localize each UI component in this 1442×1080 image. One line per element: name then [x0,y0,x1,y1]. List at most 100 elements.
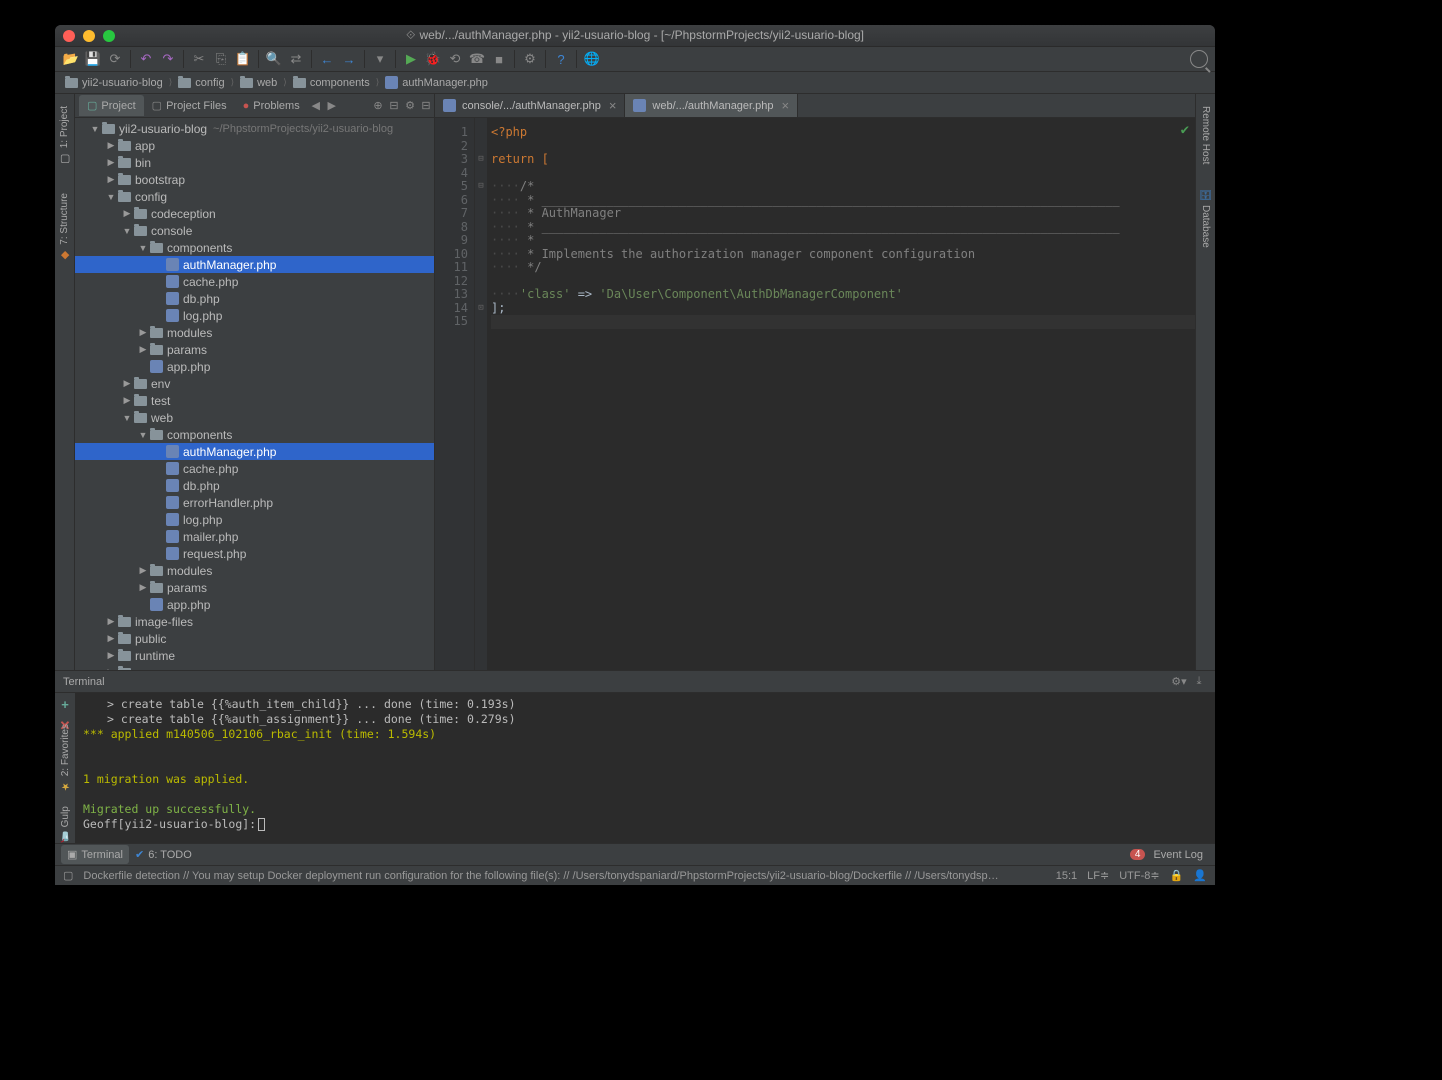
run-button[interactable]: ▶ [401,49,421,69]
tree-node[interactable]: ▶params [75,579,434,596]
tree-node[interactable]: ▶bin [75,154,434,171]
configure-button[interactable]: ⚙ [520,49,540,69]
sidebar-tab-gulp[interactable]: 🥤Gulp [60,806,71,843]
status-hector-icon[interactable]: 👤 [1193,869,1207,882]
replace-button[interactable]: ⇄ [286,49,306,69]
chevron-right-icon[interactable]: ▶ [121,395,133,406]
chevron-right-icon[interactable]: ▶ [137,344,149,355]
autoscroll-button[interactable]: ⊕ [370,98,386,114]
chevron-right-icon[interactable]: ▶ [137,327,149,338]
minimize-window-button[interactable] [83,30,95,42]
forward-button[interactable]: → [339,49,359,69]
tree-node[interactable]: cache.php [75,273,434,290]
terminal-new-button[interactable]: + [61,697,69,712]
tree-node[interactable]: errorHandler.php [75,494,434,511]
tree-node[interactable]: request.php [75,545,434,562]
close-icon[interactable]: × [782,98,790,113]
tree-node[interactable]: ▶params [75,341,434,358]
tree-node[interactable]: cache.php [75,460,434,477]
editor-tab[interactable]: web/.../authManager.php× [625,94,798,117]
editor-body[interactable]: 123456789101112131415 ⊟⊟⊡ ✔ <?php return… [435,118,1195,670]
close-icon[interactable]: × [609,98,617,113]
breadcrumb-segment[interactable]: components [289,75,374,91]
tree-node[interactable]: log.php [75,511,434,528]
tree-node[interactable]: ▶env [75,375,434,392]
rerun-button[interactable]: ⟲ [445,49,465,69]
tree-node[interactable]: db.php [75,477,434,494]
project-tree[interactable]: ▼yii2-usuario-blog~/PhpstormProjects/yii… [75,118,434,670]
tree-node[interactable]: db.php [75,290,434,307]
browser-button[interactable]: 🌐 [582,49,602,69]
scroll-right-button[interactable]: ▶ [324,98,340,114]
chevron-right-icon[interactable]: ▶ [121,208,133,219]
breadcrumb-segment[interactable]: web [236,75,281,91]
tree-node[interactable]: ▶bootstrap [75,171,434,188]
chevron-down-icon[interactable]: ▼ [105,192,117,202]
chevron-right-icon[interactable]: ▶ [137,582,149,593]
chevron-down-icon[interactable]: ▼ [89,124,101,134]
hide-button[interactable]: ⊟ [418,98,434,114]
status-line-sep[interactable]: LF≑ [1087,869,1109,882]
tree-node[interactable]: app.php [75,596,434,613]
chevron-down-icon[interactable]: ▼ [121,413,133,423]
fold-gutter[interactable]: ⊟⊟⊡ [475,118,487,670]
bottom-tab-todo[interactable]: ✔6: TODO [129,845,198,864]
bottom-tab-terminal[interactable]: ▣Terminal [61,845,129,864]
tree-node[interactable]: authManager.php [75,443,434,460]
tree-node[interactable]: ▶app [75,137,434,154]
save-button[interactable]: 💾 [83,49,103,69]
undo-button[interactable]: ↶ [136,49,156,69]
status-position[interactable]: 15:1 [1056,870,1077,882]
zoom-window-button[interactable] [103,30,115,42]
tree-node[interactable]: ▼console [75,222,434,239]
tree-node[interactable]: ▶image-files [75,613,434,630]
paste-button[interactable]: 📋 [233,49,253,69]
stop-button[interactable]: ■ [489,49,509,69]
tree-node[interactable]: ▶runtime [75,647,434,664]
settings-button[interactable]: ⚙ [402,98,418,114]
debug-button[interactable]: 🐞 [423,49,443,69]
project-tab-project[interactable]: ▢Project [79,95,144,116]
breadcrumb-segment[interactable]: config [174,75,228,91]
tree-node[interactable]: app.php [75,358,434,375]
project-tab-files[interactable]: ▢Project Files [144,95,235,116]
cut-button[interactable]: ✂ [189,49,209,69]
tree-node[interactable]: ▼config [75,188,434,205]
tree-node[interactable]: mailer.php [75,528,434,545]
redo-button[interactable]: ↷ [158,49,178,69]
debug-listen-button[interactable]: ☎ [467,49,487,69]
sidebar-tab-remote-host[interactable]: Remote Host [1200,102,1211,168]
chevron-right-icon[interactable]: ▶ [105,650,117,661]
chevron-right-icon[interactable]: ▶ [105,616,117,627]
tree-node[interactable]: ▼web [75,409,434,426]
open-file-button[interactable]: 📂 [61,49,81,69]
breadcrumb-segment[interactable]: authManager.php [381,74,492,91]
chevron-right-icon[interactable]: ▶ [105,140,117,151]
chevron-right-icon[interactable]: ▶ [105,633,117,644]
tree-node[interactable]: ▼components [75,239,434,256]
tree-node[interactable]: ▶modules [75,562,434,579]
chevron-down-icon[interactable]: ▼ [121,226,133,236]
copy-button[interactable]: ⎘ [211,49,231,69]
breadcrumb-segment[interactable]: yii2-usuario-blog [61,75,167,91]
run-config-button[interactable]: ▾ [370,49,390,69]
project-tab-problems[interactable]: ●Problems [235,96,308,116]
code-area[interactable]: ✔ <?php return [ ····/* ···· * _________… [487,118,1195,670]
sync-button[interactable]: ⟳ [105,49,125,69]
status-lock-icon[interactable]: 🔒 [1170,869,1184,882]
sidebar-tab-database[interactable]: 🗄Database [1200,184,1211,252]
status-encoding[interactable]: UTF-8≑ [1119,869,1159,882]
bottom-tab-eventlog[interactable]: 4Event Log [1124,846,1209,864]
chevron-right-icon[interactable]: ▶ [105,157,117,168]
chevron-down-icon[interactable]: ▼ [137,430,149,440]
sidebar-tab-structure[interactable]: ◆7: Structure [58,189,71,266]
help-button[interactable]: ? [551,49,571,69]
tree-node[interactable]: ▶modules [75,324,434,341]
sidebar-tab-favorites[interactable]: ★2: Favorites [60,724,71,791]
collapse-button[interactable]: ⊟ [386,98,402,114]
terminal-hide-button[interactable]: ⤓ [1191,674,1207,690]
chevron-right-icon[interactable]: ▶ [121,378,133,389]
find-button[interactable]: 🔍 [264,49,284,69]
search-everywhere-button[interactable] [1189,49,1209,69]
chevron-right-icon[interactable]: ▶ [105,174,117,185]
